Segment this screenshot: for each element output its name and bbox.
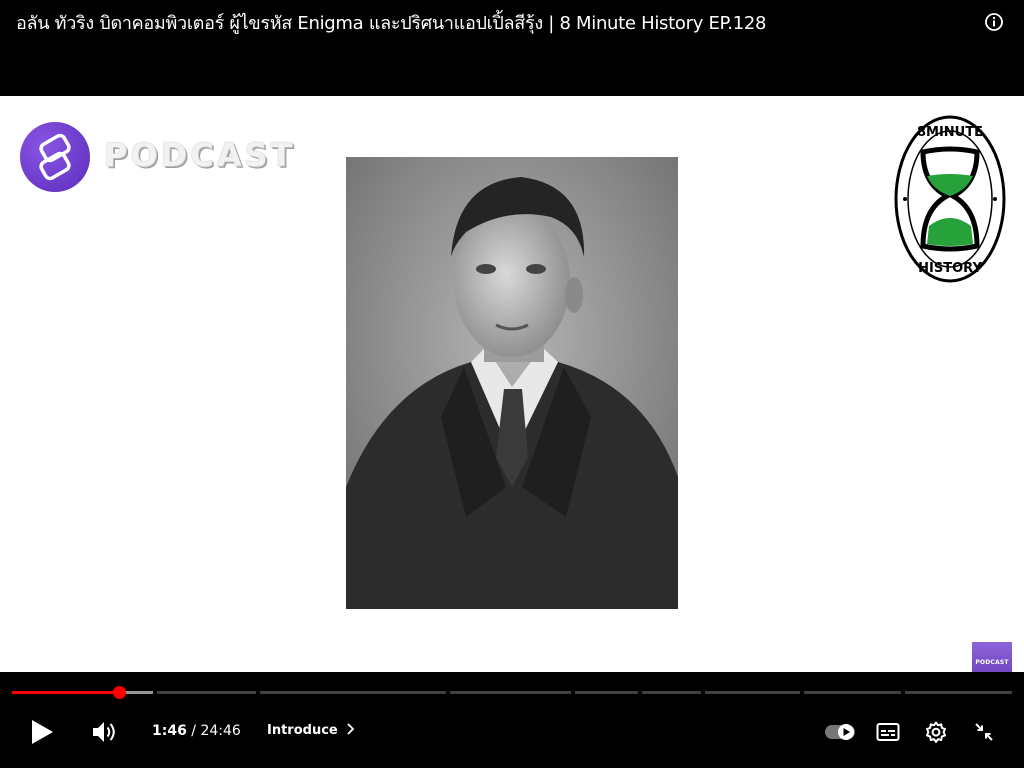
- title-bar: อลัน ทัวริง บิดาคอมพิวเตอร์ ผู้ไขรหัส En…: [0, 0, 1024, 96]
- play-icon[interactable]: [28, 718, 56, 746]
- chapter-segment[interactable]: [705, 691, 800, 694]
- chapter-segment[interactable]: [804, 691, 901, 694]
- chapter-segment[interactable]: [575, 691, 638, 694]
- chapter-segment[interactable]: [642, 691, 701, 694]
- chapter-segment[interactable]: [905, 691, 1012, 694]
- watermark-label: PODCAST: [975, 658, 1009, 666]
- scrubber-handle[interactable]: [113, 686, 126, 699]
- video-title[interactable]: อลัน ทัวริง บิดาคอมพิวเตอร์ ผู้ไขรหัส En…: [16, 12, 766, 36]
- logo-bottom-text: HISTORY: [918, 261, 982, 276]
- 8minute-history-logo: 8MINUTE HISTORY: [894, 115, 1006, 283]
- time-separator: /: [186, 723, 201, 739]
- volume-icon[interactable]: [92, 720, 118, 744]
- chapter-label: Introduce: [267, 723, 338, 738]
- video-frame[interactable]: PODCAST 8MINUTE HISTORY PODCAST: [0, 96, 1024, 672]
- portrait-photo: [346, 157, 678, 609]
- podcast-s-icon: [39, 133, 71, 181]
- info-icon[interactable]: [984, 12, 1004, 32]
- subtitles-icon[interactable]: [876, 722, 900, 742]
- progress-bar[interactable]: [12, 686, 1012, 699]
- channel-watermark[interactable]: PODCAST: [972, 642, 1012, 672]
- autoplay-toggle-icon[interactable]: [824, 722, 856, 742]
- played-range: [12, 691, 119, 694]
- current-time: 1:46: [152, 723, 187, 739]
- podcast-wordmark: PODCAST: [104, 136, 296, 174]
- chapter-segment[interactable]: [260, 691, 446, 694]
- chapter-segment[interactable]: [450, 691, 571, 694]
- settings-icon[interactable]: [924, 720, 948, 744]
- time-display: 1:46 / 24:46: [152, 723, 241, 739]
- chapter-segment[interactable]: [157, 691, 256, 694]
- duration: 24:46: [200, 723, 241, 739]
- chevron-right-icon: [347, 723, 355, 735]
- logo-top-text: 8MINUTE: [917, 125, 983, 140]
- player-controls: 1:46 / 24:46 Introduce: [0, 672, 1024, 768]
- podcast-logo: [20, 122, 90, 192]
- exit-fullscreen-icon[interactable]: [974, 722, 994, 742]
- chapter-title-button[interactable]: Introduce: [267, 723, 356, 738]
